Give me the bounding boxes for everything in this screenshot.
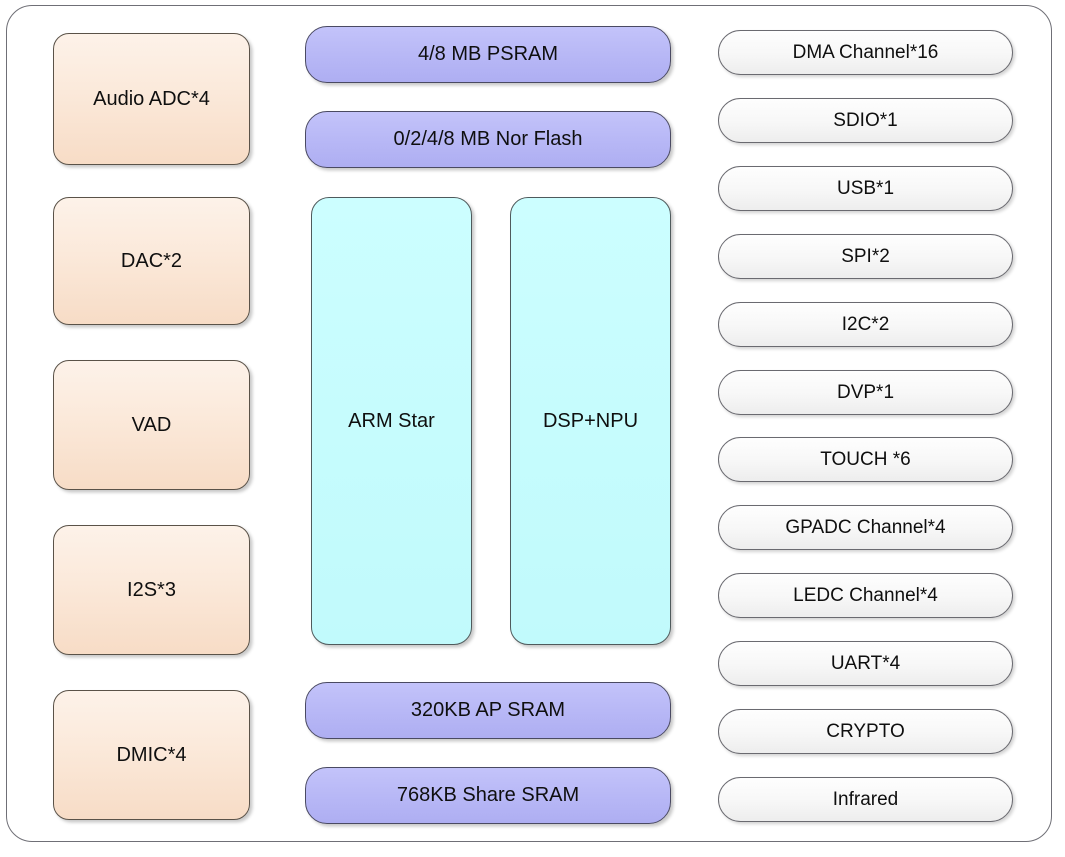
block-label: USB*1 xyxy=(836,177,895,199)
block-uart[interactable]: UART*4 xyxy=(718,641,1013,686)
block-label: Audio ADC*4 xyxy=(93,87,210,110)
block-i2c[interactable]: I2C*2 xyxy=(718,302,1013,347)
block-dac[interactable]: DAC*2 xyxy=(53,197,250,325)
block-label: 4/8 MB PSRAM xyxy=(417,43,559,65)
block-share-sram[interactable]: 768KB Share SRAM xyxy=(305,767,671,824)
block-ledc-channel[interactable]: LEDC Channel*4 xyxy=(718,573,1013,618)
block-crypto[interactable]: CRYPTO xyxy=(718,709,1013,754)
block-spi[interactable]: SPI*2 xyxy=(718,234,1013,279)
soc-block-diagram: Audio ADC*4 DAC*2 VAD I2S*3 DMIC*4 4/8 M… xyxy=(0,0,1065,857)
block-touch[interactable]: TOUCH *6 xyxy=(718,437,1013,482)
block-label: 768KB Share SRAM xyxy=(396,784,580,806)
block-label: 0/2/4/8 MB Nor Flash xyxy=(393,128,583,150)
block-audio-adc[interactable]: Audio ADC*4 xyxy=(53,33,250,165)
block-gpadc-channel[interactable]: GPADC Channel*4 xyxy=(718,505,1013,550)
block-vad[interactable]: VAD xyxy=(53,360,250,490)
block-usb[interactable]: USB*1 xyxy=(718,166,1013,211)
block-label: I2C*2 xyxy=(841,313,890,335)
block-dmic[interactable]: DMIC*4 xyxy=(53,690,250,820)
block-label: Infrared xyxy=(832,788,899,810)
block-label: DMA Channel*16 xyxy=(792,41,939,63)
block-nor-flash[interactable]: 0/2/4/8 MB Nor Flash xyxy=(305,111,671,168)
block-label: SPI*2 xyxy=(841,245,890,267)
block-label: DAC*2 xyxy=(120,249,183,272)
block-label: VAD xyxy=(131,413,172,436)
block-sdio[interactable]: SDIO*1 xyxy=(718,98,1013,143)
block-label: LEDC Channel*4 xyxy=(793,584,938,606)
block-label: DSP+NPU xyxy=(542,409,639,432)
block-i2s[interactable]: I2S*3 xyxy=(53,525,250,655)
block-label: 320KB AP SRAM xyxy=(410,699,566,721)
block-label: GPADC Channel*4 xyxy=(785,516,946,538)
block-label: DVP*1 xyxy=(836,381,895,403)
block-label: UART*4 xyxy=(830,652,901,674)
block-label: I2S*3 xyxy=(127,578,176,601)
block-dsp-npu[interactable]: DSP+NPU xyxy=(510,197,671,645)
block-arm-star[interactable]: ARM Star xyxy=(311,197,472,645)
block-infrared[interactable]: Infrared xyxy=(718,777,1013,822)
block-label: CRYPTO xyxy=(826,720,905,742)
block-label: ARM Star xyxy=(348,409,435,432)
block-label: TOUCH *6 xyxy=(820,448,911,470)
block-label: DMIC*4 xyxy=(116,743,187,766)
block-label: SDIO*1 xyxy=(833,109,898,131)
block-dvp[interactable]: DVP*1 xyxy=(718,370,1013,415)
block-ap-sram[interactable]: 320KB AP SRAM xyxy=(305,682,671,739)
block-dma-channel[interactable]: DMA Channel*16 xyxy=(718,30,1013,75)
block-psram[interactable]: 4/8 MB PSRAM xyxy=(305,26,671,83)
